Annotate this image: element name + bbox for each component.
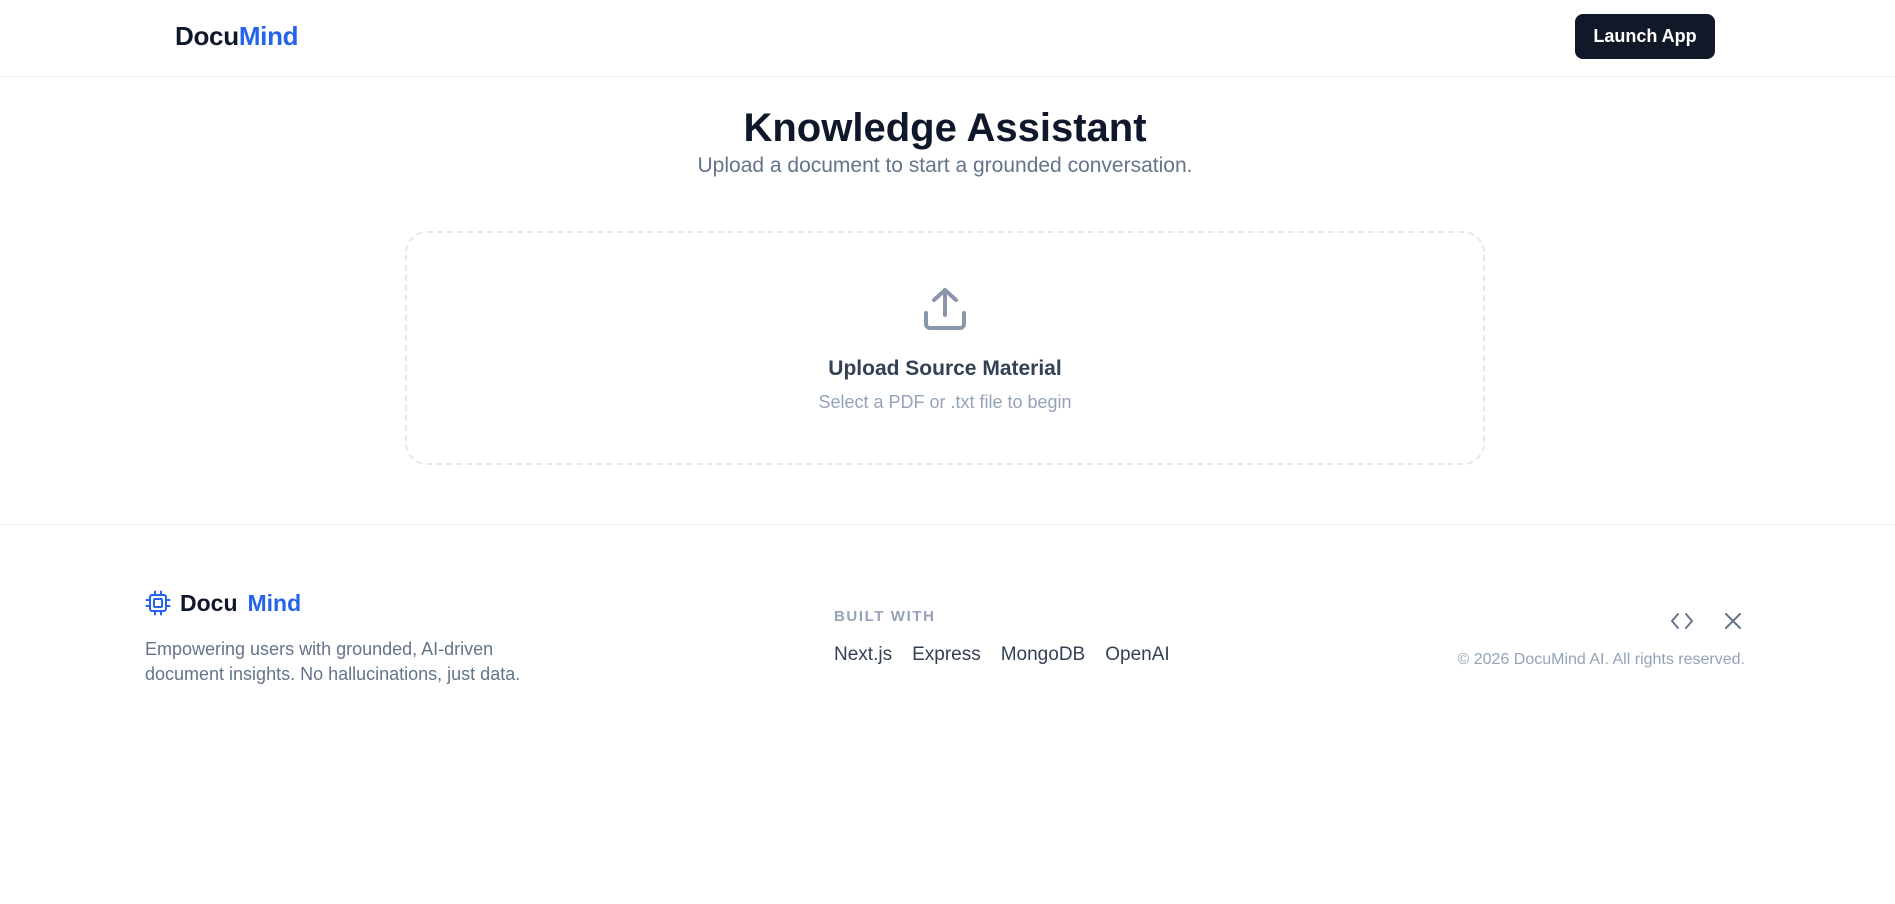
- top-nav: DocuMind Launch App: [0, 0, 1895, 77]
- page-subtitle: Upload a document to start a grounded co…: [697, 154, 1193, 177]
- built-with-label: BUILT WITH: [834, 608, 936, 625]
- page: DocuMind Launch App Knowledge Assistant …: [0, 0, 1895, 904]
- upload-title: Upload Source Material: [828, 357, 1062, 380]
- brand-logo[interactable]: DocuMind: [175, 21, 299, 51]
- footer-description: Empowering users with grounded, AI-drive…: [145, 639, 521, 684]
- tech-item-express: Express: [912, 644, 981, 665]
- close-icon[interactable]: [1720, 608, 1746, 634]
- tech-item-mongodb: MongoDB: [1000, 644, 1086, 665]
- upload-icon: [924, 288, 966, 330]
- copyright-text: © 2026 DocuMind AI. All rights reserved.: [1457, 651, 1745, 668]
- upload-hint: Select a PDF or .txt file to begin: [818, 392, 1072, 412]
- footer: Docu Mind Empowering users with grounded,…: [0, 524, 1895, 904]
- footer-brand: Docu Mind: [180, 589, 301, 617]
- launch-app-button[interactable]: Launch App: [1575, 14, 1715, 59]
- upload-dropzone[interactable]: Upload Source Material Select a PDF or .…: [405, 231, 1485, 465]
- footer-brand-docu: Docu: [180, 590, 238, 616]
- tech-item-openai: OpenAI: [1105, 644, 1170, 665]
- tech-list: Next.js Express MongoDB OpenAI: [834, 643, 1170, 667]
- chip-icon: [145, 590, 171, 616]
- code-icon[interactable]: [1669, 608, 1695, 634]
- brand-mind: Mind: [238, 21, 299, 51]
- tech-item-nextjs: Next.js: [834, 644, 893, 665]
- footer-brand-mind: Mind: [247, 590, 302, 616]
- brand-docu: Docu: [175, 21, 239, 51]
- page-title: Knowledge Assistant: [743, 106, 1147, 150]
